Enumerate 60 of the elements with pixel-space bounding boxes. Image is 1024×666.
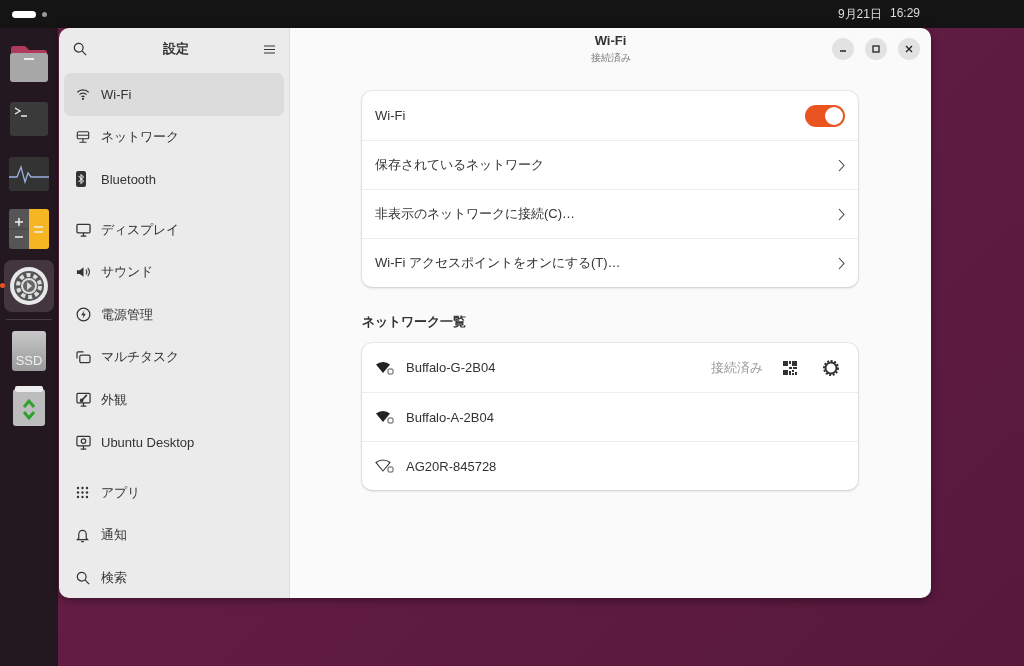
maximize-icon bbox=[871, 44, 881, 54]
chevron-right-icon bbox=[838, 207, 845, 221]
settings-row[interactable]: Wi-Fi アクセスポイントをオンにする(T)… bbox=[362, 238, 858, 287]
network-name[interactable]: Buffalo-A-2B04 bbox=[406, 409, 845, 425]
maximize-button[interactable] bbox=[865, 38, 887, 60]
menu-icon[interactable] bbox=[264, 44, 275, 54]
page-subtitle: 接続済み bbox=[590, 51, 631, 65]
search-icon[interactable] bbox=[73, 42, 87, 56]
clock-date[interactable]: 9月21日 bbox=[837, 5, 882, 23]
clock-time[interactable]: 16:29 bbox=[889, 5, 920, 23]
folder-icon[interactable] bbox=[9, 45, 49, 83]
pulse-graph-icon[interactable] bbox=[9, 157, 49, 191]
minimize-button[interactable] bbox=[832, 38, 854, 60]
sidebar-item[interactable]: 検索 bbox=[64, 556, 284, 598]
calculator-icon[interactable] bbox=[9, 209, 49, 249]
settings-row[interactable]: 非表示のネットワークに接続(C)… bbox=[362, 189, 858, 238]
network-name[interactable]: Buffalo-G-2B04 bbox=[406, 360, 705, 375]
sidebar-item[interactable]: 外観 bbox=[64, 378, 284, 421]
gear-icon[interactable] bbox=[9, 266, 49, 306]
sidebar-item[interactable]: Ubuntu Desktop bbox=[64, 421, 284, 464]
sidebar-item[interactable]: マルチタスク bbox=[64, 336, 284, 379]
monitor-logo-icon bbox=[76, 434, 91, 450]
sidebar-item[interactable]: 電源管理 bbox=[64, 293, 284, 336]
wifi-icon bbox=[76, 87, 90, 102]
sidebar-title: 設定 bbox=[162, 40, 189, 58]
toggle-switch[interactable] bbox=[805, 104, 845, 127]
settings-row[interactable]: 保存されているネットワーク bbox=[362, 140, 858, 189]
settings-icon[interactable] bbox=[823, 359, 839, 376]
power-icon bbox=[76, 307, 91, 323]
chevron-right-icon bbox=[838, 256, 845, 270]
qr-code-icon[interactable] bbox=[783, 360, 797, 375]
search-icon bbox=[76, 570, 90, 585]
sidebar-item[interactable]: Wi-Fi bbox=[64, 73, 284, 116]
bluetooth-icon bbox=[76, 171, 86, 188]
network-name[interactable]: AG20R-845728 bbox=[406, 458, 845, 474]
terminal-icon[interactable] bbox=[10, 102, 48, 136]
sidebar-item[interactable]: Bluetooth bbox=[64, 158, 284, 201]
close-icon bbox=[904, 44, 914, 54]
monitor-brush-icon bbox=[76, 392, 91, 408]
row-label: Wi-Fi bbox=[375, 108, 406, 123]
connection-status: 接続済み bbox=[711, 358, 763, 377]
recycle-bin-icon[interactable] bbox=[12, 385, 46, 427]
sidebar-item[interactable]: 通知 bbox=[64, 514, 284, 557]
grid-icon bbox=[76, 486, 89, 500]
workspace-indicator[interactable] bbox=[12, 10, 36, 18]
sidebar-item[interactable]: ディスプレイ bbox=[64, 208, 284, 251]
running-indicator bbox=[0, 283, 5, 288]
sidebar-item[interactable]: サウンド bbox=[64, 251, 284, 294]
sidebar-item[interactable]: ネットワーク bbox=[64, 115, 284, 158]
close-button[interactable] bbox=[898, 38, 920, 60]
chevron-right-icon bbox=[838, 158, 845, 172]
windows-icon bbox=[76, 350, 91, 364]
monitor-icon bbox=[76, 222, 91, 237]
network-icon bbox=[76, 129, 90, 144]
sidebar-item[interactable]: アプリ bbox=[64, 471, 284, 514]
section-heading: ネットワーク一覧 bbox=[362, 313, 467, 331]
workspace-indicator[interactable] bbox=[42, 11, 47, 17]
page-title: Wi-Fi bbox=[594, 33, 627, 48]
bell-icon bbox=[76, 527, 89, 543]
speaker-icon bbox=[76, 265, 91, 280]
